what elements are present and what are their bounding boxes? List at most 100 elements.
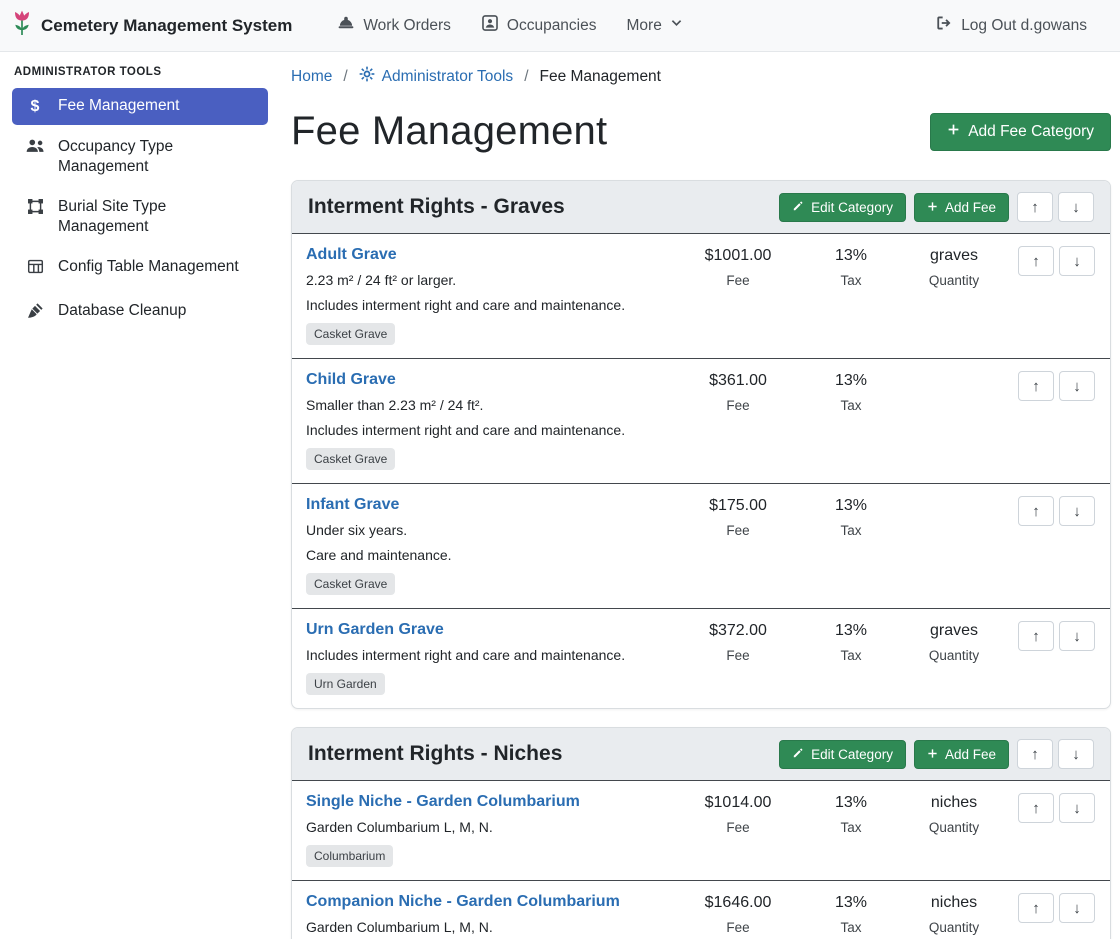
move-category-down-button[interactable]: ↓ xyxy=(1058,739,1094,769)
fee-name-link[interactable]: Single Niche - Garden Columbarium xyxy=(306,793,580,811)
fee-amount: $1646.00 xyxy=(673,894,803,912)
move-category-down-button[interactable]: ↓ xyxy=(1058,192,1094,222)
tax-value: 13% xyxy=(803,794,899,812)
fee-amount-cell: $175.00 Fee xyxy=(673,496,803,538)
users-icon xyxy=(25,138,45,159)
sidebar-item-database-cleanup[interactable]: Database Cleanup xyxy=(12,293,268,333)
fee-name-link[interactable]: Infant Grave xyxy=(306,496,399,514)
move-fee-up-button[interactable]: ↑ xyxy=(1018,246,1054,276)
fee-amount-label: Fee xyxy=(673,523,803,538)
breadcrumb-separator: / xyxy=(343,68,347,86)
tax-label: Tax xyxy=(803,920,899,935)
plus-icon xyxy=(947,123,960,141)
fee-details: Infant Grave Under six years. Care and m… xyxy=(306,496,673,595)
fee-description: Under six years. xyxy=(306,521,673,539)
move-category-up-button[interactable]: ↑ xyxy=(1017,739,1053,769)
admin-sidebar: Administrator Tools $ Fee Management Occ… xyxy=(0,52,280,337)
tax-cell: 13% Tax xyxy=(803,246,899,288)
fee-row: Urn Garden Grave Includes interment righ… xyxy=(292,608,1110,708)
app-brand[interactable]: Cemetery Management System xyxy=(12,10,292,42)
quantity-value: graves xyxy=(899,247,1009,265)
nav-occupancies[interactable]: Occupancies xyxy=(466,14,612,37)
category-header: Interment Rights - Niches Edit Category … xyxy=(292,728,1110,781)
sidebar-item-fee-management[interactable]: $ Fee Management xyxy=(12,88,268,125)
move-fee-up-button[interactable]: ↑ xyxy=(1018,893,1054,923)
move-fee-down-button[interactable]: ↓ xyxy=(1059,793,1095,823)
sidebar-item-config-table[interactable]: Config Table Management xyxy=(12,249,268,289)
fee-amount: $175.00 xyxy=(673,497,803,515)
pencil-icon xyxy=(792,200,804,215)
quantity-cell: graves Quantity xyxy=(899,621,1009,663)
fee-name-link[interactable]: Companion Niche - Garden Columbarium xyxy=(306,893,620,911)
quantity-label: Quantity xyxy=(899,273,1009,288)
nav-logout[interactable]: Log Out d.gowans xyxy=(920,14,1102,37)
category-card-graves: Interment Rights - Graves Edit Category … xyxy=(291,180,1111,709)
fee-details: Child Grave Smaller than 2.23 m² / 24 ft… xyxy=(306,371,673,470)
fee-details: Urn Garden Grave Includes interment righ… xyxy=(306,621,673,695)
add-fee-button[interactable]: Add Fee xyxy=(914,740,1009,769)
quantity-label: Quantity xyxy=(899,820,1009,835)
move-category-up-button[interactable]: ↑ xyxy=(1017,192,1053,222)
fee-type-badge: Urn Garden xyxy=(306,673,385,695)
move-fee-up-button[interactable]: ↑ xyxy=(1018,621,1054,651)
breadcrumb-home-link[interactable]: Home xyxy=(291,68,332,86)
nav-work-orders[interactable]: Work Orders xyxy=(322,14,466,37)
quantity-value: graves xyxy=(899,622,1009,640)
fee-amount: $1001.00 xyxy=(673,247,803,265)
nav-more[interactable]: More xyxy=(612,17,698,35)
fee-amount-cell: $1001.00 Fee xyxy=(673,246,803,288)
fee-name-link[interactable]: Child Grave xyxy=(306,371,396,389)
tax-cell: 13% Tax xyxy=(803,793,899,835)
category-title: Interment Rights - Graves xyxy=(308,195,565,219)
fee-description: Garden Columbarium L, M, N. xyxy=(306,918,673,936)
occupant-frame-icon xyxy=(481,14,499,37)
move-fee-down-button[interactable]: ↓ xyxy=(1059,371,1095,401)
breadcrumb-admin-tools-link[interactable]: Administrator Tools xyxy=(359,66,514,87)
fee-name-link[interactable]: Adult Grave xyxy=(306,246,397,264)
fee-description: Garden Columbarium L, M, N. xyxy=(306,818,673,836)
fee-description: Care and maintenance. xyxy=(306,546,673,564)
move-fee-down-button[interactable]: ↓ xyxy=(1059,246,1095,276)
fee-amount: $372.00 xyxy=(673,622,803,640)
fee-name-link[interactable]: Urn Garden Grave xyxy=(306,621,444,639)
quantity-cell-empty xyxy=(899,371,1009,372)
tulip-logo-icon xyxy=(12,10,32,42)
quantity-cell: graves Quantity xyxy=(899,246,1009,288)
fee-description: Includes interment right and care and ma… xyxy=(306,646,673,664)
move-fee-up-button[interactable]: ↑ xyxy=(1018,793,1054,823)
vector-square-icon xyxy=(25,198,45,221)
add-fee-button[interactable]: Add Fee xyxy=(914,193,1009,222)
category-title: Interment Rights - Niches xyxy=(308,742,562,766)
fee-amount-label: Fee xyxy=(673,398,803,413)
category-header: Interment Rights - Graves Edit Category … xyxy=(292,181,1110,234)
quantity-cell: niches Quantity xyxy=(899,893,1009,935)
category-card-niches: Interment Rights - Niches Edit Category … xyxy=(291,727,1111,939)
fee-row: Child Grave Smaller than 2.23 m² / 24 ft… xyxy=(292,358,1110,483)
breadcrumb-current: Fee Management xyxy=(540,68,662,86)
quantity-cell-empty xyxy=(899,496,1009,497)
fee-amount-cell: $1646.00 Fee xyxy=(673,893,803,935)
move-fee-down-button[interactable]: ↓ xyxy=(1059,893,1095,923)
tax-cell: 13% Tax xyxy=(803,496,899,538)
table-icon xyxy=(25,258,45,281)
sidebar-item-occupancy-type[interactable]: Occupancy Type Management xyxy=(12,129,268,185)
move-fee-up-button[interactable]: ↑ xyxy=(1018,496,1054,526)
quantity-label: Quantity xyxy=(899,648,1009,663)
top-navbar: Cemetery Management System Work Orders O… xyxy=(0,0,1120,52)
edit-category-button[interactable]: Edit Category xyxy=(779,193,906,222)
quantity-value: niches xyxy=(899,894,1009,912)
fee-details: Adult Grave 2.23 m² / 24 ft² or larger. … xyxy=(306,246,673,345)
move-fee-down-button[interactable]: ↓ xyxy=(1059,496,1095,526)
app-title: Cemetery Management System xyxy=(41,16,292,36)
tax-label: Tax xyxy=(803,398,899,413)
broom-icon xyxy=(25,302,45,325)
move-fee-up-button[interactable]: ↑ xyxy=(1018,371,1054,401)
add-fee-category-button[interactable]: Add Fee Category xyxy=(930,113,1111,151)
edit-category-button[interactable]: Edit Category xyxy=(779,740,906,769)
tax-value: 13% xyxy=(803,622,899,640)
tax-label: Tax xyxy=(803,820,899,835)
fee-amount-label: Fee xyxy=(673,273,803,288)
tax-label: Tax xyxy=(803,523,899,538)
move-fee-down-button[interactable]: ↓ xyxy=(1059,621,1095,651)
sidebar-item-burial-site-type[interactable]: Burial Site Type Management xyxy=(12,189,268,245)
